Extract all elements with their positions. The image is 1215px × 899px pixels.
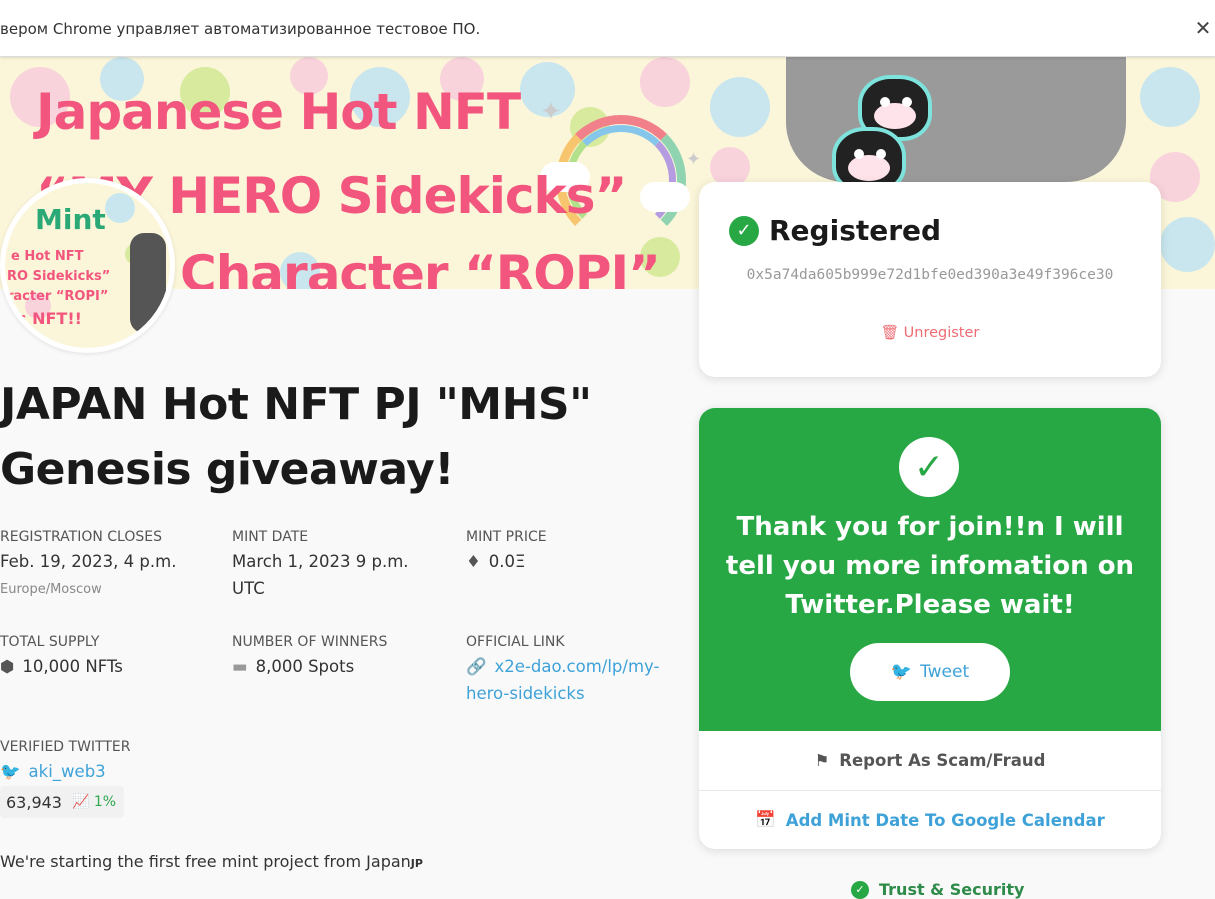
winners-amount: 8,000 Spots — [255, 657, 355, 676]
cloud-graphic — [640, 182, 690, 212]
description-text: We're starting the first free mint proje… — [0, 852, 411, 871]
page-title-line2: Genesis giveaway! — [0, 444, 454, 495]
official-link-line2[interactable]: hero-sidekicks — [466, 680, 585, 707]
description-flag: JP — [410, 857, 423, 870]
banner-text-line3: Character “ROPI” — [180, 245, 661, 289]
link-icon: 🔗 — [466, 657, 487, 676]
mint-price-value: ♦ 0.0Ξ — [466, 548, 525, 575]
registered-status: Registered — [769, 214, 942, 247]
winners-value: ▬ 8,000 Spots — [232, 653, 354, 680]
registration-status-card: ✓ Registered 0x5a74da605b999e72d1bfe0ed3… — [699, 182, 1161, 377]
unregister-label[interactable]: Unregister — [904, 325, 980, 341]
thank-you-message: Thank you for join!!n I will tell you mo… — [725, 512, 1135, 620]
banner-text-line1: Japanese Hot NFT — [36, 83, 521, 141]
flag-icon: ⚑ — [814, 751, 830, 770]
mint-price-amount: 0.0Ξ — [488, 552, 526, 571]
trash-icon: 🗑 — [880, 325, 900, 341]
banner-dot — [1140, 67, 1200, 127]
banner-dot — [640, 57, 690, 107]
confirmation-card: ✓ Thank you for join!!n I will tell you … — [699, 408, 1161, 849]
calendar-plus-icon: 📅 — [755, 810, 776, 829]
avatar-image: Mint e Hot NFT RO Sidekicks” racter “ROP… — [5, 183, 170, 348]
sparkle-icon: ✦ — [686, 149, 702, 170]
character-illustration — [786, 57, 1126, 193]
avatar-text-line3: RO Sidekicks” — [7, 269, 111, 284]
character-face — [874, 103, 916, 129]
wallet-address: 0x5a74da605b999e72d1bfe0ed390a3e49f396ce… — [746, 267, 1114, 283]
ticket-icon: ▬ — [232, 657, 248, 676]
registration-closes-value: Feb. 19, 2023, 4 p.m. — [0, 552, 177, 571]
banner-dot — [710, 77, 770, 137]
mint-date-value: March 1, 2023 9 p.m. — [232, 552, 409, 571]
total-supply-label: TOTAL SUPPLY — [0, 634, 100, 650]
avatar-text-line5: s NFT!! — [17, 309, 82, 328]
calendar-label[interactable]: Add Mint Date To Google Calendar — [786, 811, 1105, 830]
project-avatar: Mint e Hot NFT RO Sidekicks” racter “ROP… — [0, 178, 175, 353]
add-to-calendar-button[interactable]: 📅 Add Mint Date To Google Calendar — [699, 791, 1161, 849]
page-title-line1: JAPAN Hot NFT PJ "MHS" — [0, 379, 592, 430]
sparkle-icon: ✦ — [540, 97, 562, 127]
twitter-icon: 🐦 — [0, 762, 21, 781]
registration-closes-timezone: Europe/Moscow — [0, 582, 102, 597]
report-scam-button[interactable]: ⚑ Report As Scam/Fraud — [699, 731, 1161, 791]
mint-date-label: MINT DATE — [232, 529, 309, 545]
trust-label[interactable]: Trust & Security — [879, 880, 1024, 899]
twitter-icon: 🐦 — [890, 662, 913, 682]
character-face — [848, 155, 890, 181]
report-label[interactable]: Report As Scam/Fraud — [839, 751, 1045, 770]
twitter-link[interactable]: 🐦 aki_web3 — [0, 758, 106, 785]
avatar-text-line2: e Hot NFT — [11, 249, 84, 264]
check-icon: ✓ — [899, 437, 959, 497]
total-supply-value: ⬢ 10,000 NFTs — [0, 653, 123, 680]
character-eye — [880, 97, 890, 107]
infobar-text: вером Chrome управляет автоматизированно… — [0, 20, 481, 38]
close-icon[interactable]: ✕ — [1193, 16, 1213, 40]
automation-infobar: вером Chrome управляет автоматизированно… — [0, 0, 1215, 57]
growth-value: 1% — [93, 794, 117, 810]
unregister-button[interactable]: 🗑 Unregister — [699, 324, 1161, 341]
registration-closes-label: REGISTRATION CLOSES — [0, 529, 162, 545]
growth-indicator: 📈 1% — [72, 794, 116, 810]
hexagon-icon: ⬢ — [0, 657, 15, 676]
character-eye — [902, 97, 912, 107]
twitter-handle[interactable]: aki_web3 — [29, 762, 106, 781]
banner-dot — [710, 147, 750, 187]
check-circle-icon: ✓ — [729, 215, 759, 246]
banner-dot — [1160, 217, 1215, 272]
twitter-followers-badge: 63,943 📈 1% — [0, 786, 125, 818]
avatar-dot — [105, 193, 135, 223]
registered-heading: ✓ Registered — [729, 214, 941, 247]
tweet-label[interactable]: Tweet — [920, 662, 969, 682]
mint-date-timezone: UTC — [232, 579, 265, 598]
shield-check-icon: ✓ — [851, 880, 869, 899]
confirmation-panel: ✓ Thank you for join!!n I will tell you … — [699, 408, 1161, 731]
tweet-button[interactable]: 🐦 Tweet — [850, 643, 1010, 701]
official-link[interactable]: 🔗 x2e-dao.com/lp/my- — [466, 653, 659, 680]
total-supply-amount: 10,000 NFTs — [22, 657, 123, 676]
mint-price-label: MINT PRICE — [466, 529, 547, 545]
verified-twitter-label: VERIFIED TWITTER — [0, 739, 131, 755]
trust-security-link[interactable]: ✓ Trust & Security — [851, 880, 1024, 899]
project-description: We're starting the first free mint proje… — [0, 852, 423, 871]
trending-up-icon: 📈 — [71, 794, 90, 810]
avatar-text-mint: Mint — [35, 203, 106, 236]
ethereum-icon: ♦ — [466, 552, 481, 571]
avatar-character — [130, 233, 166, 333]
character-eye — [854, 149, 864, 159]
official-link-label: OFFICIAL LINK — [466, 634, 565, 650]
page-title: JAPAN Hot NFT PJ "MHS" Genesis giveaway! — [0, 372, 680, 502]
character-eye — [876, 149, 886, 159]
winners-label: NUMBER OF WINNERS — [232, 634, 388, 650]
avatar-text-line4: racter “ROPI” — [7, 289, 109, 304]
official-link-line1[interactable]: x2e-dao.com/lp/my- — [495, 657, 660, 676]
followers-count: 63,943 — [6, 792, 62, 812]
